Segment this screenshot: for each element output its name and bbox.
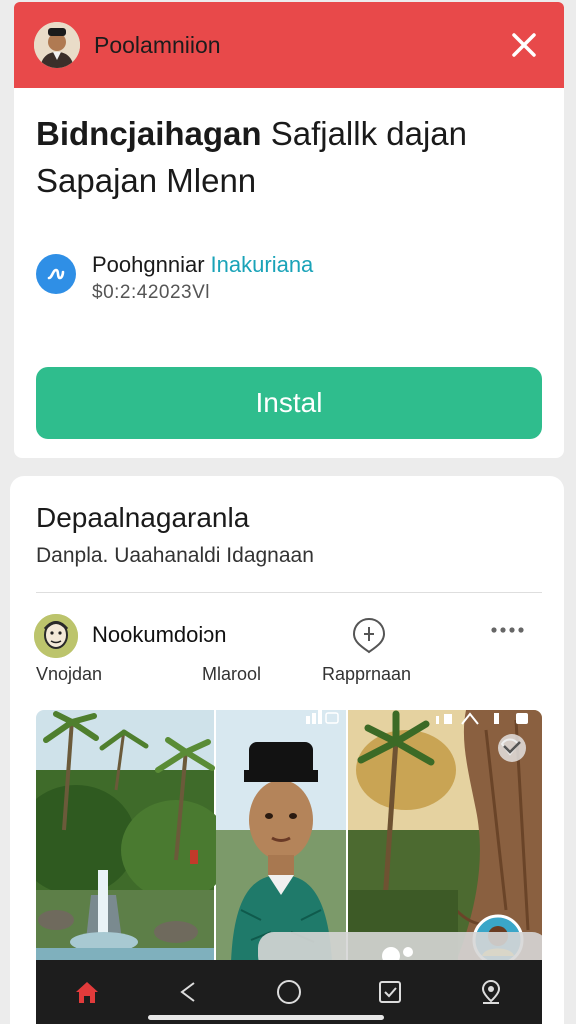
publisher-link[interactable]: Inakuriana bbox=[211, 252, 314, 277]
close-icon[interactable] bbox=[510, 31, 538, 59]
headline-bold: Bidncjaihagan bbox=[36, 115, 262, 152]
ad-card: Bidncjaihagan Safjallk dajan Sapajan Mle… bbox=[14, 88, 564, 458]
nav-back[interactable] bbox=[168, 972, 208, 1012]
home-icon[interactable] bbox=[73, 978, 101, 1006]
nav-home[interactable] bbox=[67, 972, 107, 1012]
install-button[interactable]: Instal bbox=[36, 367, 542, 439]
post-title: Depaalnagaranla bbox=[36, 502, 250, 533]
checkbox-icon[interactable] bbox=[376, 978, 404, 1006]
author-name[interactable]: Nookumdoiɔn bbox=[92, 622, 227, 648]
palm-photo[interactable] bbox=[348, 710, 542, 962]
author-avatar[interactable] bbox=[34, 614, 78, 658]
person-avatar-icon bbox=[34, 614, 78, 658]
wave-icon bbox=[47, 268, 65, 280]
nav-home-circle[interactable] bbox=[269, 972, 309, 1012]
portrait-photo[interactable] bbox=[216, 710, 346, 962]
post-subtitle: Danpla. Uaahanaldi Idagnaan bbox=[36, 544, 314, 567]
circle-icon[interactable] bbox=[275, 978, 303, 1006]
location-pin-icon[interactable] bbox=[477, 978, 505, 1006]
meta-label: Vnojdan bbox=[36, 664, 103, 684]
publisher-name: Poohgnniar bbox=[92, 252, 205, 277]
post-card: Depaalnagaranla Danpla. Uaahanaldi Idagn… bbox=[10, 476, 564, 1024]
person-avatar-icon bbox=[34, 22, 80, 68]
jungle-photo[interactable] bbox=[36, 710, 231, 962]
publisher-row: Poohgnniar Inakuriana $0:2:42023Vl bbox=[36, 250, 313, 306]
meta-label: Rapprnaan bbox=[322, 664, 412, 684]
home-indicator[interactable] bbox=[148, 1015, 384, 1020]
avatar bbox=[34, 22, 80, 68]
ad-headline: Bidncjaihagan Safjallk dajan Sapajan Mle… bbox=[36, 110, 536, 204]
headline-rest: Safjallk dajan bbox=[261, 115, 468, 152]
media-controls[interactable] bbox=[258, 932, 542, 962]
publisher-icon bbox=[36, 254, 76, 294]
image-gallery[interactable] bbox=[36, 710, 542, 962]
close-button[interactable] bbox=[504, 25, 544, 65]
notification-title: Poolamniion bbox=[94, 31, 221, 58]
price-text: $0:2:42023Vl bbox=[92, 282, 210, 303]
share-icon[interactable] bbox=[350, 616, 388, 654]
back-icon[interactable] bbox=[174, 978, 202, 1006]
divider bbox=[36, 592, 542, 593]
headline-line2: Sapajan Mlenn bbox=[36, 162, 257, 199]
notification-bar: Poolamniion bbox=[14, 2, 564, 88]
signal-icon bbox=[306, 716, 310, 724]
meta-label: Mlarool bbox=[202, 664, 262, 684]
nav-location[interactable] bbox=[471, 972, 511, 1012]
more-horizontal-icon[interactable] bbox=[488, 620, 528, 640]
nav-tasks[interactable] bbox=[370, 972, 410, 1012]
